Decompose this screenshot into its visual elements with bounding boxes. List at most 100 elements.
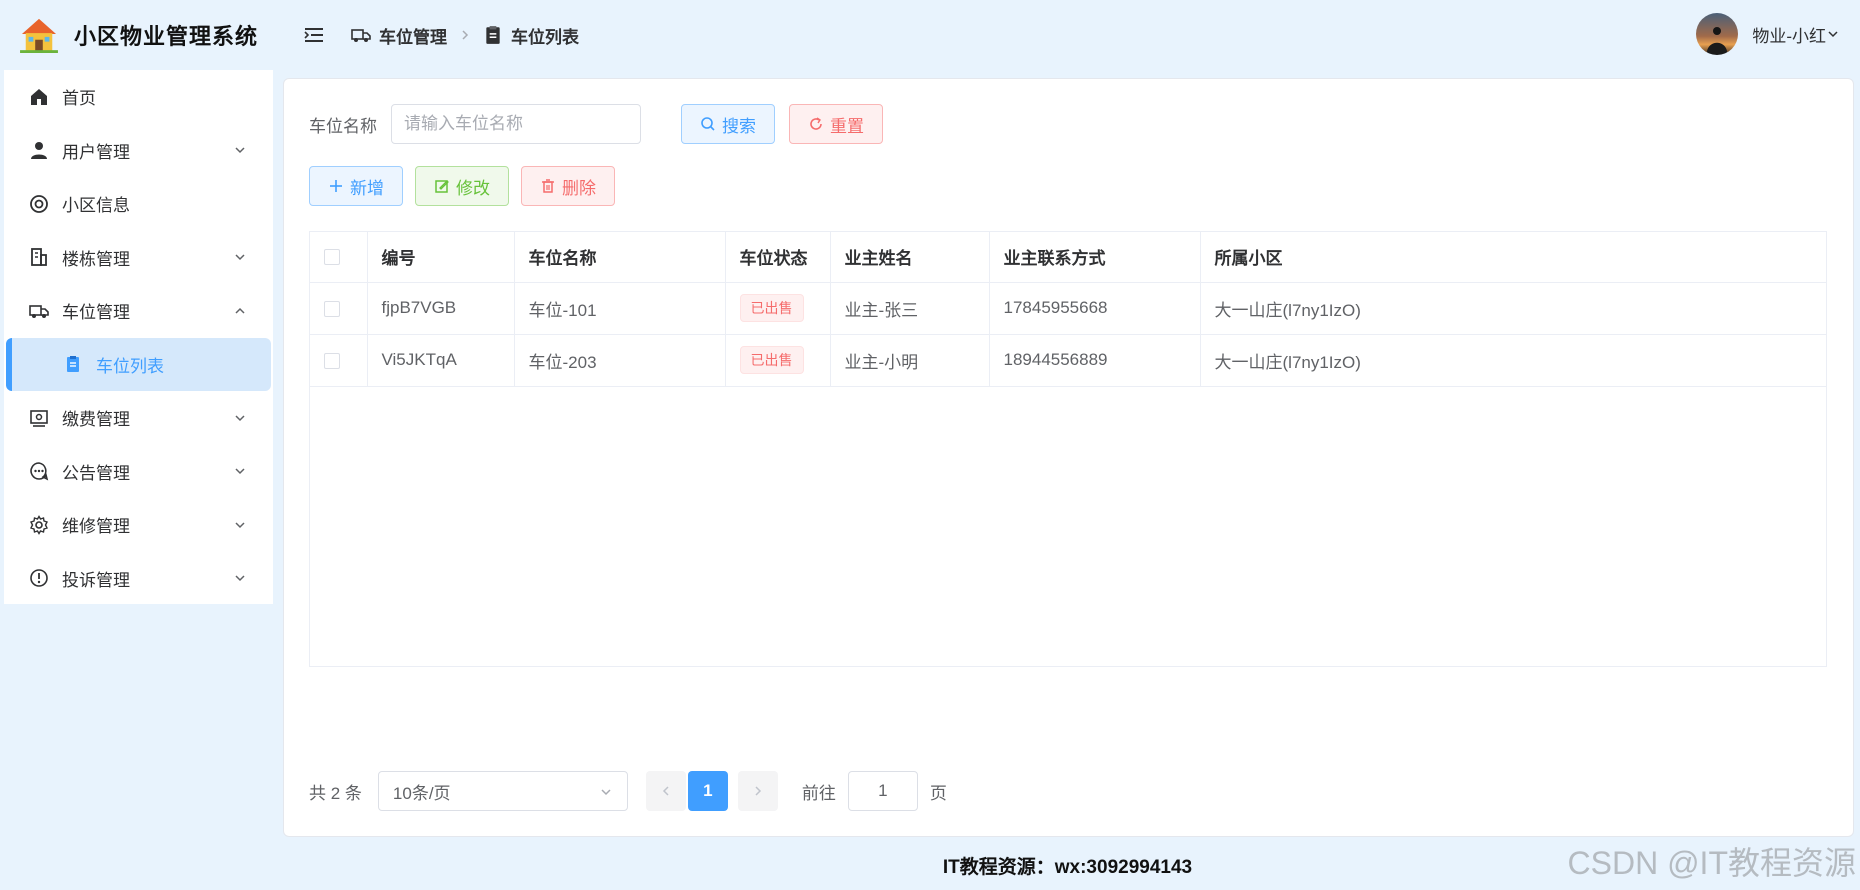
user-icon xyxy=(28,139,50,161)
collapse-menu-icon[interactable] xyxy=(303,24,325,46)
user-menu[interactable]: 物业-小红 xyxy=(1696,13,1840,55)
sidebar-item-users[interactable]: 用户管理 xyxy=(4,124,273,178)
top-header: 车位管理 车位列表 物业-小红 xyxy=(275,0,1860,70)
sidebar-item-label: 车位列表 xyxy=(96,356,164,376)
action-toolbar: 新增 修改 删除 xyxy=(309,166,615,206)
cell-name: 车位-203 xyxy=(514,334,726,387)
page-size-value: 10条/页 xyxy=(392,783,451,803)
table-row[interactable]: fjpB7VGB 车位-101 已出售 业主-张三 17845955668 大一… xyxy=(310,282,1826,335)
column-header: 编号 xyxy=(367,232,515,283)
delete-button-label: 删除 xyxy=(562,178,596,198)
prev-page-button[interactable] xyxy=(645,771,686,811)
warning-circle-icon xyxy=(28,567,50,589)
total-count: 共 2 条 xyxy=(309,783,362,803)
select-all-checkbox[interactable] xyxy=(324,249,340,266)
sidebar-item-label: 投诉管理 xyxy=(62,570,130,590)
sidebar-item-repairs[interactable]: 维修管理 xyxy=(4,498,273,552)
chevron-down-icon xyxy=(235,468,245,475)
chevron-left-icon xyxy=(662,786,669,796)
chevron-down-icon xyxy=(235,147,245,154)
main-panel: 车位名称 搜索 重置 新增 修改 删除 xyxy=(283,78,1854,837)
sidebar: 小区物业管理系统 首页 用户管理 小区信息 楼栋管理 车位管理 车位列表 缴费管… xyxy=(0,0,275,890)
sidebar-item-buildings[interactable]: 楼栋管理 xyxy=(4,231,273,285)
plus-icon xyxy=(330,180,342,192)
page-size-select[interactable]: 10条/页 xyxy=(377,771,628,811)
truck-icon xyxy=(28,300,50,322)
chevron-right-icon xyxy=(462,30,469,40)
chevron-up-icon xyxy=(235,307,245,314)
sidebar-item-label: 车位管理 xyxy=(62,303,130,323)
sidebar-item-label: 首页 xyxy=(62,89,96,109)
sidebar-item-parking-list[interactable]: 车位列表 xyxy=(6,337,271,391)
sidebar-item-payments[interactable]: 缴费管理 xyxy=(4,391,273,445)
truck-icon xyxy=(351,29,371,42)
table-row[interactable]: Vi5JKTqA 车位-203 已出售 业主-小明 18944556889 大一… xyxy=(310,334,1826,387)
chat-dots-icon xyxy=(28,460,50,482)
chevron-down-icon xyxy=(1828,31,1838,38)
row-checkbox[interactable] xyxy=(324,352,340,369)
chevron-down-icon xyxy=(235,254,245,261)
page-number-button[interactable]: 1 xyxy=(687,771,728,811)
sidebar-item-community-info[interactable]: 小区信息 xyxy=(4,177,273,231)
chevron-down-icon xyxy=(235,575,245,582)
search-bar: 车位名称 搜索 重置 xyxy=(309,104,883,144)
column-header: 车位名称 xyxy=(514,232,726,283)
search-icon xyxy=(701,117,715,131)
trash-icon xyxy=(542,179,554,193)
sidebar-item-label: 楼栋管理 xyxy=(62,249,130,269)
reset-button-label: 重置 xyxy=(830,116,864,136)
goto-label: 前往 xyxy=(801,783,836,803)
watermark: CSDN @IT教程资源 xyxy=(1567,845,1857,881)
sidebar-item-label: 小区信息 xyxy=(62,196,130,216)
status-badge: 已出售 xyxy=(739,294,804,322)
clipboard-icon xyxy=(486,26,500,44)
pagination: 共 2 条 10条/页 1 前往 页 xyxy=(309,771,947,811)
chevron-right-icon xyxy=(755,786,761,796)
wallet-icon xyxy=(28,407,50,429)
cell-name: 车位-101 xyxy=(514,282,726,335)
sidebar-menu: 首页 用户管理 小区信息 楼栋管理 车位管理 车位列表 缴费管理 公告管理 维修… xyxy=(4,70,273,604)
sidebar-item-home[interactable]: 首页 xyxy=(4,70,273,124)
cell-community: 大一山庄(l7ny1IzO) xyxy=(1200,334,1826,387)
brand: 小区物业管理系统 xyxy=(0,0,275,70)
parking-name-input[interactable] xyxy=(391,104,641,144)
building-icon xyxy=(28,246,50,268)
delete-button[interactable]: 删除 xyxy=(521,166,615,206)
cell-owner: 业主-小明 xyxy=(830,334,990,387)
reset-button[interactable]: 重置 xyxy=(789,104,883,144)
goto-page-input[interactable] xyxy=(847,771,918,811)
chevron-down-icon xyxy=(235,522,245,528)
page-suffix: 页 xyxy=(929,783,947,803)
edit-button[interactable]: 修改 xyxy=(415,166,509,206)
refresh-icon xyxy=(810,117,822,130)
avatar xyxy=(1696,13,1739,55)
column-header: 业主姓名 xyxy=(830,232,990,283)
cell-phone: 17845955668 xyxy=(989,282,1201,335)
sidebar-item-complaints[interactable]: 投诉管理 xyxy=(4,552,273,606)
app-title: 小区物业管理系统 xyxy=(74,24,259,49)
chevron-down-icon xyxy=(601,789,611,796)
chevron-down-icon xyxy=(235,415,245,421)
cell-id: Vi5JKTqA xyxy=(367,334,515,387)
sidebar-item-announcements[interactable]: 公告管理 xyxy=(4,445,273,499)
cell-status: 已出售 xyxy=(725,334,831,387)
sidebar-item-label: 公告管理 xyxy=(62,463,130,483)
breadcrumb-item-parking[interactable]: 车位管理 xyxy=(379,23,447,48)
help-buoy-icon xyxy=(28,193,50,215)
sidebar-item-label: 维修管理 xyxy=(62,517,130,537)
table-header-row: 编号 车位名称 车位状态 业主姓名 业主联系方式 所属小区 xyxy=(310,232,1826,283)
edit-icon xyxy=(435,180,449,193)
sidebar-item-label: 用户管理 xyxy=(62,142,130,162)
edit-button-label: 修改 xyxy=(456,178,490,198)
row-checkbox[interactable] xyxy=(324,300,340,317)
user-name: 物业-小红 xyxy=(1752,26,1826,46)
house-logo-icon xyxy=(20,18,58,53)
add-button-label: 新增 xyxy=(350,178,384,198)
next-page-button[interactable] xyxy=(737,771,778,811)
search-button[interactable]: 搜索 xyxy=(681,104,775,144)
add-button[interactable]: 新增 xyxy=(309,166,403,206)
search-label: 车位名称 xyxy=(309,116,377,136)
sidebar-item-parking[interactable]: 车位管理 xyxy=(4,284,273,338)
cell-community: 大一山庄(l7ny1IzO) xyxy=(1200,282,1826,335)
footer-text: IT教程资源：wx:3092994143 xyxy=(942,856,1193,878)
